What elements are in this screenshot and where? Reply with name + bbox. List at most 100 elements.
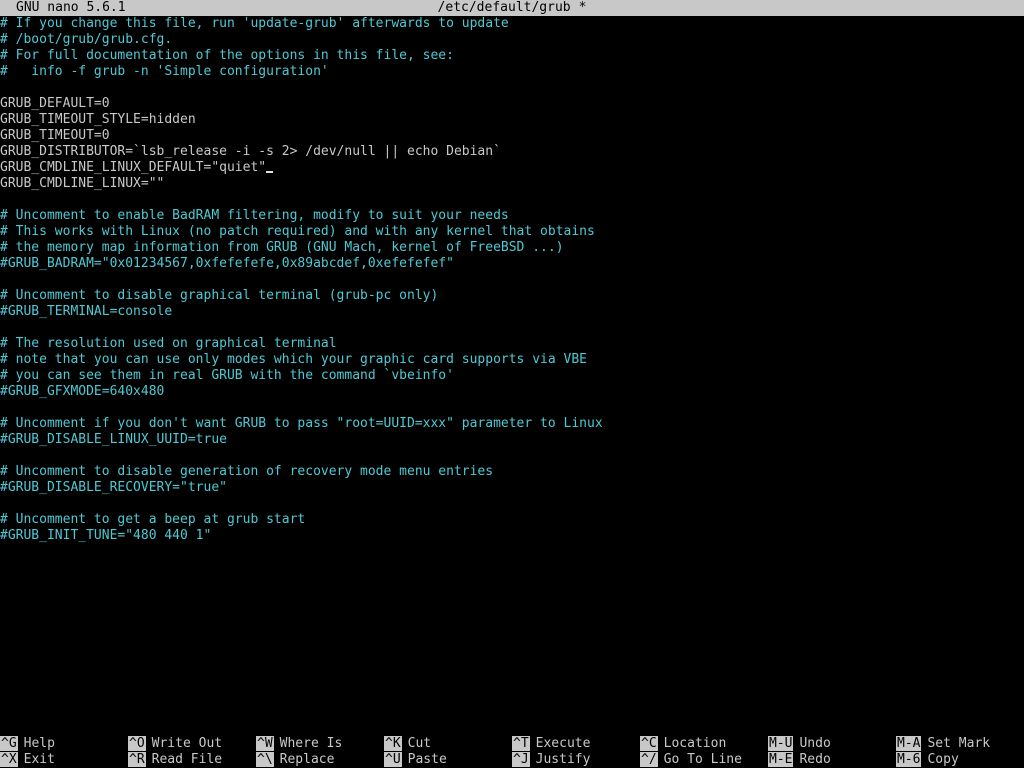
shortcut-key: ^K xyxy=(384,736,402,751)
comment-line[interactable]: # The resolution used on graphical termi… xyxy=(0,336,1024,352)
comment-line[interactable]: #GRUB_DISABLE_RECOVERY="true" xyxy=(0,480,1024,496)
comment-line[interactable]: # Uncomment to disable generation of rec… xyxy=(0,464,1024,480)
shortcut-where-is[interactable]: ^W Where Is xyxy=(256,736,342,752)
setting-line[interactable]: GRUB_CMDLINE_LINUX="" xyxy=(0,176,1024,192)
shortcut-label: Exit xyxy=(23,752,55,767)
shortcut-read-file[interactable]: ^R Read File xyxy=(128,752,222,768)
setting-line[interactable]: GRUB_DISTRIBUTOR=`lsb_release -i -s 2> /… xyxy=(0,144,1024,160)
title-bar: GNU nano 5.6.1 /etc/default/grub * xyxy=(0,0,1024,16)
file-path: /etc/default/grub * xyxy=(0,0,1024,16)
comment-line[interactable]: # you can see them in real GRUB with the… xyxy=(0,368,1024,384)
shortcut-key: ^O xyxy=(128,736,146,751)
line-text: GRUB_CMDLINE_LINUX="" xyxy=(0,176,165,191)
line-text: GRUB_CMDLINE_LINUX_DEFAULT="quiet" xyxy=(0,160,267,175)
shortcut-redo[interactable]: M-E Redo xyxy=(768,752,831,768)
comment-line[interactable]: # Uncomment to get a beep at grub start xyxy=(0,512,1024,528)
line-text: # note that you can use only modes which… xyxy=(0,352,587,367)
shortcut-key: M-U xyxy=(768,736,794,751)
shortcut-key: ^X xyxy=(0,752,18,767)
shortcut-key: M-A xyxy=(896,736,922,751)
comment-line[interactable]: # If you change this file, run 'update-g… xyxy=(0,16,1024,32)
editor-text-area[interactable]: # If you change this file, run 'update-g… xyxy=(0,16,1024,736)
line-text: # Uncomment to disable graphical termina… xyxy=(0,288,439,303)
shortcut-replace[interactable]: ^\ Replace xyxy=(256,752,334,768)
line-text: # For full documentation of the options … xyxy=(0,48,454,63)
comment-line[interactable]: #GRUB_TERMINAL=console xyxy=(0,304,1024,320)
comment-line[interactable]: #GRUB_INIT_TUNE="480 440 1" xyxy=(0,528,1024,544)
comment-line[interactable]: # Uncomment to enable BadRAM filtering, … xyxy=(0,208,1024,224)
shortcut-label: Read File xyxy=(151,752,223,767)
shortcut-location[interactable]: ^C Location xyxy=(640,736,726,752)
line-text: # If you change this file, run 'update-g… xyxy=(0,16,509,31)
shortcut-key: ^R xyxy=(128,752,146,767)
shortcut-write-out[interactable]: ^O Write Out xyxy=(128,736,222,752)
shortcut-copy[interactable]: M-6 Copy xyxy=(896,752,959,768)
shortcut-label: Copy xyxy=(927,752,959,767)
line-text: #GRUB_DISABLE_LINUX_UUID=true xyxy=(0,432,227,447)
shortcut-set-mark[interactable]: M-A Set Mark xyxy=(896,736,990,752)
line-text: # Uncomment if you don't want GRUB to pa… xyxy=(0,416,603,431)
line-text: #GRUB_DISABLE_RECOVERY="true" xyxy=(0,480,227,495)
shortcut-undo[interactable]: M-U Undo xyxy=(768,736,831,752)
setting-line[interactable]: GRUB_DEFAULT=0 xyxy=(0,96,1024,112)
comment-line[interactable]: #GRUB_GFXMODE=640x480 xyxy=(0,384,1024,400)
setting-line[interactable]: GRUB_TIMEOUT=0 xyxy=(0,128,1024,144)
shortcut-label: Set Mark xyxy=(927,736,991,751)
line-text: #GRUB_TERMINAL=console xyxy=(0,304,173,319)
line-text: # info -f grub -n 'Simple configuration' xyxy=(0,64,329,79)
shortcut-label: Help xyxy=(23,736,55,751)
shortcut-justify[interactable]: ^J Justify xyxy=(512,752,590,768)
shortcut-label: Justify xyxy=(535,752,591,767)
line-text: # the memory map information from GRUB (… xyxy=(0,240,564,255)
comment-line[interactable]: #GRUB_BADRAM="0x01234567,0xfefefefe,0x89… xyxy=(0,256,1024,272)
blank-line[interactable] xyxy=(0,400,1024,416)
comment-line[interactable]: # For full documentation of the options … xyxy=(0,48,1024,64)
comment-line[interactable]: # the memory map information from GRUB (… xyxy=(0,240,1024,256)
shortcut-execute[interactable]: ^T Execute xyxy=(512,736,590,752)
blank-line[interactable] xyxy=(0,448,1024,464)
setting-line[interactable]: GRUB_CMDLINE_LINUX_DEFAULT="quiet" xyxy=(0,160,1024,176)
shortcut-key: ^G xyxy=(0,736,18,751)
shortcut-label: Paste xyxy=(407,752,447,767)
shortcut-paste[interactable]: ^U Paste xyxy=(384,752,447,768)
blank-line[interactable] xyxy=(0,496,1024,512)
comment-line[interactable]: # Uncomment to disable graphical termina… xyxy=(0,288,1024,304)
blank-line[interactable] xyxy=(0,192,1024,208)
line-text: #GRUB_BADRAM="0x01234567,0xfefefefe,0x89… xyxy=(0,256,454,271)
shortcut-key: ^U xyxy=(384,752,402,767)
comment-line[interactable]: # info -f grub -n 'Simple configuration' xyxy=(0,64,1024,80)
shortcut-label: Cut xyxy=(407,736,432,751)
shortcut-key: ^T xyxy=(512,736,530,751)
setting-line[interactable]: GRUB_TIMEOUT_STYLE=hidden xyxy=(0,112,1024,128)
shortcut-exit[interactable]: ^X Exit xyxy=(0,752,55,768)
line-text: # Uncomment to get a beep at grub start xyxy=(0,512,306,527)
file-path-text: /etc/default/grub xyxy=(437,0,571,15)
shortcut-help[interactable]: ^G Help xyxy=(0,736,55,752)
shortcut-label: Undo xyxy=(799,736,831,751)
shortcut-help-bar: ^G Help ^O Write Out ^W Where Is ^K Cut ^T Execut… xyxy=(0,736,1024,768)
blank-line[interactable] xyxy=(0,272,1024,288)
shortcut-key: ^W xyxy=(256,736,274,751)
comment-line[interactable]: # note that you can use only modes which… xyxy=(0,352,1024,368)
shortcut-go-to-line[interactable]: ^/ Go To Line xyxy=(640,752,742,768)
line-text: # you can see them in real GRUB with the… xyxy=(0,368,454,383)
shortcut-label: Redo xyxy=(799,752,831,767)
line-text: #GRUB_INIT_TUNE="480 440 1" xyxy=(0,528,212,543)
shortcut-key: M-E xyxy=(768,752,794,767)
blank-line[interactable] xyxy=(0,320,1024,336)
shortcut-key: ^J xyxy=(512,752,530,767)
shortcut-key: M-6 xyxy=(896,752,922,767)
shortcut-cut[interactable]: ^K Cut xyxy=(384,736,431,752)
comment-line[interactable]: # This works with Linux (no patch requir… xyxy=(0,224,1024,240)
blank-line[interactable] xyxy=(0,80,1024,96)
line-text: # Uncomment to disable generation of rec… xyxy=(0,464,494,479)
comment-line[interactable]: # Uncomment if you don't want GRUB to pa… xyxy=(0,416,1024,432)
comment-line[interactable]: # /boot/grub/grub.cfg. xyxy=(0,32,1024,48)
shortcut-label: Go To Line xyxy=(663,752,742,767)
shortcut-label: Replace xyxy=(279,752,335,767)
text-cursor xyxy=(266,171,274,173)
shortcut-key: ^C xyxy=(640,736,658,751)
line-text: #GRUB_GFXMODE=640x480 xyxy=(0,384,165,399)
comment-line[interactable]: #GRUB_DISABLE_LINUX_UUID=true xyxy=(0,432,1024,448)
shortcut-label: Execute xyxy=(535,736,591,751)
